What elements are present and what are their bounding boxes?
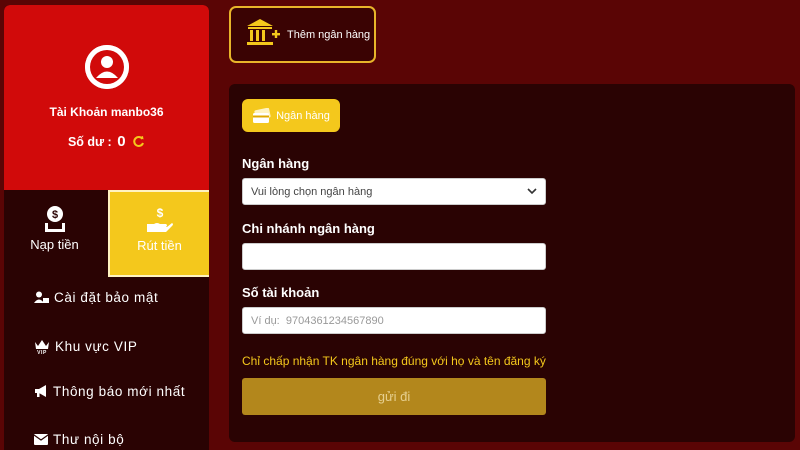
chevron-down-icon (527, 188, 537, 195)
menu-item-inbox[interactable]: Thư nội bộ (34, 432, 124, 447)
account-number-input[interactable] (242, 307, 546, 334)
branch-input[interactable] (242, 243, 546, 270)
bank-label: Ngân hàng (242, 156, 310, 171)
menu-label: Thông báo mới nhất (53, 384, 186, 399)
withdraw-icon: $ (146, 206, 173, 232)
menu-item-vip[interactable]: VIP Khu vực VIP (34, 338, 137, 354)
balance: Số dư : 0 (4, 133, 209, 151)
bank-form-panel: Ngân hàng Ngân hàng Vui lòng chọn ngân h… (229, 84, 795, 442)
balance-value: 0 (117, 133, 126, 150)
refresh-icon[interactable] (132, 135, 145, 151)
withdraw-button[interactable]: $ Rút tiền (108, 190, 209, 277)
vip-crown-icon: VIP (35, 340, 49, 354)
menu-label: Cài đặt bảo mật (54, 290, 159, 305)
user-lock-icon (34, 291, 49, 303)
megaphone-icon (35, 385, 46, 397)
menu-label: Thư nội bộ (53, 432, 125, 447)
avatar (85, 45, 129, 89)
menu-label: Khu vực VIP (55, 338, 138, 354)
add-bank-label: Thêm ngân hàng (287, 28, 371, 41)
svg-text:VIP: VIP (37, 350, 47, 354)
tab-bank[interactable]: Ngân hàng (242, 99, 340, 132)
notice-text: Chỉ chấp nhận TK ngân hàng đúng với họ v… (242, 354, 546, 368)
branch-label: Chi nhánh ngân hàng (242, 221, 375, 236)
withdraw-label: Rút tiền (137, 238, 182, 253)
user-icon (85, 45, 129, 89)
bank-select-value: Vui lòng chọn ngân hàng (251, 185, 373, 198)
sidebar: Tài Khoản manbo36 Số dư : 0 $ Nạp tiền $… (4, 5, 209, 450)
account-name: Tài Khoản manbo36 (49, 105, 164, 119)
deposit-icon: $ (44, 206, 65, 232)
balance-label: Số dư : (67, 135, 112, 149)
tab-label: Ngân hàng (276, 109, 330, 122)
bank-select[interactable]: Vui lòng chọn ngân hàng (242, 178, 546, 205)
bank-add-icon (247, 19, 280, 45)
account-number-label: Số tài khoản (242, 285, 320, 300)
profile-card: Tài Khoản manbo36 Số dư : 0 (4, 5, 209, 190)
menu-item-notifications[interactable]: Thông báo mới nhất (34, 384, 185, 399)
add-bank-button[interactable]: Thêm ngân hàng (229, 6, 376, 63)
deposit-label: Nạp tiền (30, 237, 79, 252)
svg-text:$: $ (51, 209, 57, 221)
menu-item-security[interactable]: Cài đặt bảo mật (34, 290, 158, 305)
submit-button[interactable]: gửi đi (242, 378, 546, 415)
deposit-button[interactable]: $ Nạp tiền (4, 191, 105, 279)
envelope-icon (34, 434, 48, 445)
bank-card-icon (253, 107, 271, 123)
svg-text:$: $ (156, 206, 163, 220)
